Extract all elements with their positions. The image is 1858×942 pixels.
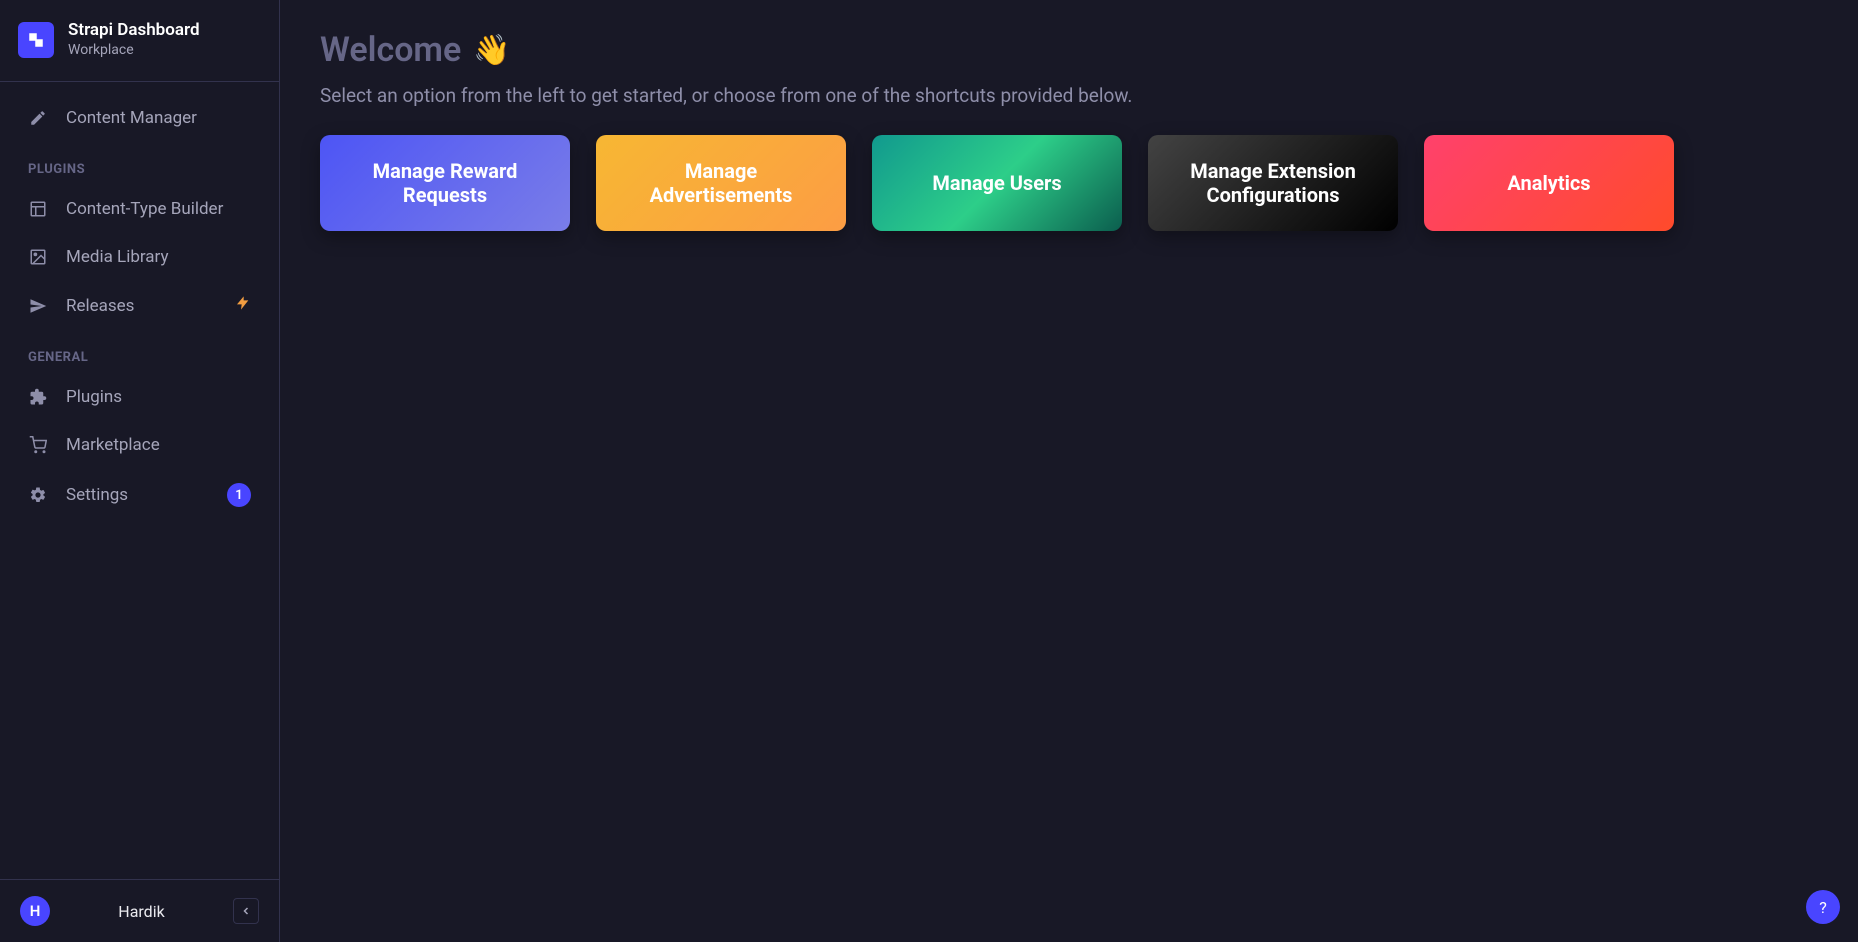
- collapse-sidebar-button[interactable]: [233, 898, 259, 924]
- sidebar-footer: H Hardik: [0, 879, 279, 942]
- app-subtitle: Workplace: [68, 42, 200, 59]
- app-title: Strapi Dashboard: [68, 20, 200, 40]
- chevron-left-icon: [240, 905, 252, 917]
- app-logo[interactable]: [18, 22, 54, 58]
- card-label: Analytics: [1507, 171, 1590, 195]
- help-icon: ?: [1819, 898, 1827, 917]
- shortcut-analytics[interactable]: Analytics: [1424, 135, 1674, 231]
- app-title-block: Strapi Dashboard Workplace: [68, 20, 200, 59]
- sidebar: Strapi Dashboard Workplace Content Manag…: [0, 0, 280, 942]
- pencil-square-icon: [28, 108, 48, 128]
- sidebar-item-label: Marketplace: [66, 435, 160, 455]
- sidebar-item-settings[interactable]: Settings 1: [0, 469, 279, 521]
- puzzle-icon: [28, 387, 48, 407]
- sidebar-item-media-library[interactable]: Media Library: [0, 233, 279, 281]
- card-label: Manage Reward Requests: [338, 159, 552, 207]
- sidebar-item-label: Plugins: [66, 387, 122, 407]
- gear-icon: [28, 485, 48, 505]
- sidebar-item-content-manager[interactable]: Content Manager: [0, 94, 279, 142]
- paper-plane-icon: [28, 296, 48, 316]
- sidebar-section-plugins: PLUGINS: [0, 142, 279, 185]
- sidebar-item-label: Content-Type Builder: [66, 199, 223, 219]
- shortcut-manage-reward-requests[interactable]: Manage Reward Requests: [320, 135, 570, 231]
- user-name[interactable]: Hardik: [64, 902, 219, 921]
- wave-emoji-icon: 👋: [473, 33, 510, 68]
- welcome-heading-row: Welcome 👋: [320, 30, 1818, 70]
- welcome-subtitle: Select an option from the left to get st…: [320, 84, 1818, 107]
- sidebar-item-label: Releases: [66, 296, 134, 316]
- card-label: Manage Extension Configurations: [1166, 159, 1380, 207]
- sidebar-item-label: Settings: [66, 485, 128, 505]
- help-button[interactable]: ?: [1806, 890, 1840, 924]
- card-label: Manage Advertisements: [614, 159, 828, 207]
- shortcut-manage-users[interactable]: Manage Users: [872, 135, 1122, 231]
- strapi-logo-icon: [27, 31, 45, 49]
- sidebar-section-general: GENERAL: [0, 330, 279, 373]
- card-label: Manage Users: [932, 171, 1061, 195]
- sidebar-item-label: Media Library: [66, 247, 169, 267]
- cart-icon: [28, 435, 48, 455]
- sidebar-item-marketplace[interactable]: Marketplace: [0, 421, 279, 469]
- shortcut-cards: Manage Reward Requests Manage Advertisem…: [320, 135, 1818, 231]
- sidebar-item-plugins[interactable]: Plugins: [0, 373, 279, 421]
- shortcut-manage-extension-configurations[interactable]: Manage Extension Configurations: [1148, 135, 1398, 231]
- welcome-title: Welcome: [320, 30, 461, 70]
- main-content: Welcome 👋 Select an option from the left…: [280, 0, 1858, 942]
- sidebar-item-label: Content Manager: [66, 108, 197, 128]
- user-avatar[interactable]: H: [20, 896, 50, 926]
- shortcut-manage-advertisements[interactable]: Manage Advertisements: [596, 135, 846, 231]
- notification-badge: 1: [227, 483, 251, 507]
- sidebar-item-content-type-builder[interactable]: Content-Type Builder: [0, 185, 279, 233]
- sidebar-item-releases[interactable]: Releases: [0, 281, 279, 330]
- sidebar-header: Strapi Dashboard Workplace: [0, 0, 279, 82]
- image-icon: [28, 247, 48, 267]
- lightning-icon: [235, 295, 251, 316]
- sidebar-nav: Content Manager PLUGINS Content-Type Bui…: [0, 82, 279, 879]
- layout-icon: [28, 199, 48, 219]
